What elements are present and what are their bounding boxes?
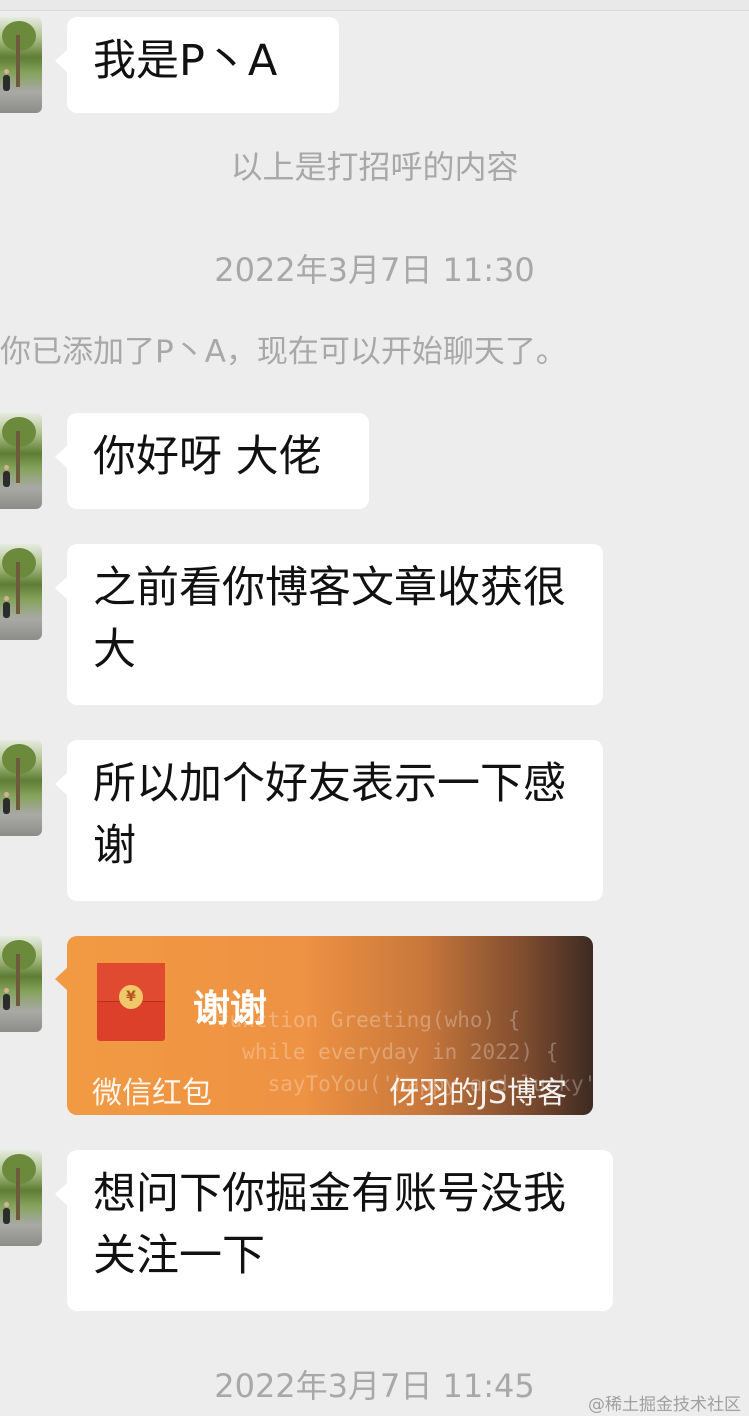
contact-avatar[interactable] [0,413,42,509]
contact-avatar[interactable] [0,740,42,836]
avatar-person [3,602,10,618]
contact-avatar[interactable] [0,936,42,1032]
message-bubble[interactable]: 你好呀 大佬 [55,413,369,509]
top-divider [0,0,749,11]
message-bubble[interactable]: 之前看你博客文章收获很大 [55,544,603,705]
red-packet-title: 谢谢 [193,987,267,1030]
avatar-person [3,75,10,91]
contact-avatar[interactable] [0,1150,42,1246]
contact-avatar[interactable] [0,544,42,640]
avatar-person [3,994,10,1010]
red-packet-label: 微信红包 [92,1076,212,1111]
added-contact-note: 你已添加了P丶A，现在可以开始聊天了。 [0,334,567,370]
message-bubble[interactable]: 我是P丶A [55,17,339,113]
message-bubble[interactable]: 想问下你掘金有账号没我关注一下 [55,1150,613,1311]
avatar-person [3,471,10,487]
red-packet-card[interactable]: function Greeting(who) { while everyday … [67,936,593,1115]
red-packet-cover-name: 伢羽的JS博客 [389,1076,567,1111]
greeting-note: 以上是打招呼的内容 [230,148,519,186]
contact-avatar[interactable] [0,17,42,113]
timestamp: 2022年3月7日 11:30 [214,251,535,289]
watermark: @稀土掘金技术社区 [588,1395,741,1415]
coin-icon: ¥ [119,985,143,1009]
red-envelope-icon: ¥ [97,963,165,1041]
message-bubble[interactable]: 所以加个好友表示一下感谢 [55,740,603,901]
avatar-person [3,798,10,814]
avatar-person [3,1208,10,1224]
